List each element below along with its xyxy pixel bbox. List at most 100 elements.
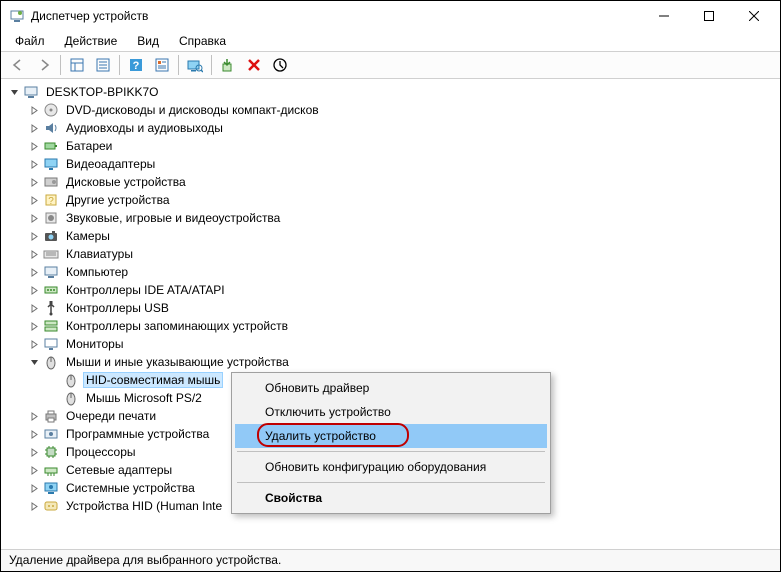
mouse-icon: [43, 354, 59, 370]
expand-icon[interactable]: [27, 283, 41, 297]
status-text: Удаление драйвера для выбранного устройс…: [9, 553, 281, 567]
node-label: DVD-дисководы и дисководы компакт-дисков: [63, 102, 322, 118]
separator: [119, 55, 120, 75]
unknown-icon: ?: [43, 192, 59, 208]
disk-icon: [43, 174, 59, 190]
maximize-button[interactable]: [686, 1, 731, 31]
tree-category-14[interactable]: Мыши и иные указывающие устройства: [1, 353, 780, 371]
printer-icon: [43, 408, 59, 424]
collapse-icon[interactable]: [7, 85, 21, 99]
tree-category-1[interactable]: Аудиовходы и аудиовыходы: [1, 119, 780, 137]
tree-root-computer[interactable]: DESKTOP-BPIKK7O: [1, 83, 780, 101]
properties-button[interactable]: [91, 53, 115, 77]
expand-icon[interactable]: [27, 445, 41, 459]
action-list-button[interactable]: [150, 53, 174, 77]
tree-category-9[interactable]: Компьютер: [1, 263, 780, 281]
expand-icon[interactable]: [27, 103, 41, 117]
expand-icon[interactable]: [27, 193, 41, 207]
help-button[interactable]: ?: [124, 53, 148, 77]
minimize-button[interactable]: [641, 1, 686, 31]
menubar: Файл Действие Вид Справка: [1, 31, 780, 51]
separator: [237, 451, 545, 452]
expand-icon[interactable]: [27, 427, 41, 441]
tree-category-0[interactable]: DVD-дисководы и дисководы компакт-дисков: [1, 101, 780, 119]
sound-icon: [43, 210, 59, 226]
statusbar: Удаление драйвера для выбранного устройс…: [1, 549, 780, 571]
tree-category-11[interactable]: Контроллеры USB: [1, 299, 780, 317]
disable-button[interactable]: [268, 53, 292, 77]
tree-category-3[interactable]: Видеоадаптеры: [1, 155, 780, 173]
titlebar: Диспетчер устройств: [1, 1, 780, 31]
separator: [60, 55, 61, 75]
expand-icon[interactable]: [27, 499, 41, 513]
device-tree[interactable]: DESKTOP-BPIKK7ODVD-дисководы и дисководы…: [1, 79, 780, 529]
close-button[interactable]: [731, 1, 776, 31]
expand-icon[interactable]: [27, 139, 41, 153]
menu-view[interactable]: Вид: [129, 32, 167, 50]
display-icon: [43, 156, 59, 172]
network-icon: [43, 462, 59, 478]
audio-icon: [43, 120, 59, 136]
node-label: Контроллеры USB: [63, 300, 172, 316]
storage-icon: [43, 318, 59, 334]
window-title: Диспетчер устройств: [31, 9, 641, 23]
node-label: Устройства HID (Human Inte: [63, 498, 225, 514]
svg-text:?: ?: [133, 60, 140, 72]
node-label: Системные устройства: [63, 480, 198, 496]
expand-icon[interactable]: [27, 319, 41, 333]
node-label: Дисковые устройства: [63, 174, 189, 190]
expand-icon[interactable]: [27, 463, 41, 477]
back-button[interactable]: [6, 53, 30, 77]
context-update-driver[interactable]: Обновить драйвер: [235, 376, 547, 400]
tree-category-4[interactable]: Дисковые устройства: [1, 173, 780, 191]
mouse-icon: [63, 390, 79, 406]
context-uninstall-device[interactable]: Удалить устройство: [235, 424, 547, 448]
uninstall-button[interactable]: [242, 53, 266, 77]
expand-icon[interactable]: [27, 175, 41, 189]
node-label: HID-совместимая мышь: [83, 372, 223, 388]
expand-icon[interactable]: [27, 301, 41, 315]
tree-category-5[interactable]: ?Другие устройства: [1, 191, 780, 209]
tree-category-7[interactable]: Камеры: [1, 227, 780, 245]
expand-icon[interactable]: [27, 121, 41, 135]
node-label: Другие устройства: [63, 192, 173, 208]
camera-icon: [43, 228, 59, 244]
node-label: Контроллеры IDE ATA/ATAPI: [63, 282, 228, 298]
context-disable-device[interactable]: Отключить устройство: [235, 400, 547, 424]
context-properties[interactable]: Свойства: [235, 486, 547, 510]
tree-category-2[interactable]: Батареи: [1, 137, 780, 155]
node-label: Контроллеры запоминающих устройств: [63, 318, 291, 334]
usb-icon: [43, 300, 59, 316]
show-hide-tree-button[interactable]: [65, 53, 89, 77]
expand-icon[interactable]: [27, 211, 41, 225]
tree-category-13[interactable]: Мониторы: [1, 335, 780, 353]
expand-icon[interactable]: [27, 247, 41, 261]
expand-icon[interactable]: [27, 229, 41, 243]
collapse-icon[interactable]: [27, 355, 41, 369]
update-driver-button[interactable]: [216, 53, 240, 77]
context-scan-hardware[interactable]: Обновить конфигурацию оборудования: [235, 455, 547, 479]
expand-icon[interactable]: [27, 409, 41, 423]
expand-icon[interactable]: [27, 265, 41, 279]
expand-icon[interactable]: [27, 337, 41, 351]
menu-action[interactable]: Действие: [57, 32, 126, 50]
menu-help[interactable]: Справка: [171, 32, 234, 50]
scan-hardware-button[interactable]: [183, 53, 207, 77]
spacer: [1, 529, 780, 549]
separator: [178, 55, 179, 75]
tree-category-10[interactable]: Контроллеры IDE ATA/ATAPI: [1, 281, 780, 299]
expand-icon[interactable]: [27, 481, 41, 495]
tree-category-6[interactable]: Звуковые, игровые и видеоустройства: [1, 209, 780, 227]
hid-icon: [43, 498, 59, 514]
expand-icon[interactable]: [27, 157, 41, 171]
forward-button[interactable]: [32, 53, 56, 77]
computer-icon: [43, 264, 59, 280]
node-label: Звуковые, игровые и видеоустройства: [63, 210, 283, 226]
battery-icon: [43, 138, 59, 154]
menu-file[interactable]: Файл: [7, 32, 53, 50]
computer-icon: [23, 84, 39, 100]
node-label: Программные устройства: [63, 426, 212, 442]
tree-category-12[interactable]: Контроллеры запоминающих устройств: [1, 317, 780, 335]
tree-category-8[interactable]: Клавиатуры: [1, 245, 780, 263]
context-menu: Обновить драйвер Отключить устройство Уд…: [231, 372, 551, 514]
